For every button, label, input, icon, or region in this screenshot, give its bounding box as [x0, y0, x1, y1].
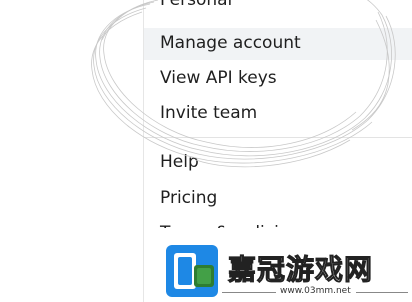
- menu-item-invite-team[interactable]: Invite team: [160, 102, 257, 124]
- menu-divider: [144, 137, 412, 138]
- site-logo-icon: [166, 245, 218, 297]
- watermark-overlay: 嘉冠游戏网 www.03mm.net: [160, 228, 412, 302]
- menu-item-pricing[interactable]: Pricing: [160, 187, 217, 209]
- menu-item-personal[interactable]: Personal: [160, 0, 232, 11]
- watermark-rule-right: [356, 292, 408, 293]
- watermark-title: 嘉冠游戏网: [227, 253, 374, 287]
- menu-item-manage-account[interactable]: Manage account: [160, 32, 301, 54]
- menu-item-view-api-keys[interactable]: View API keys: [160, 67, 277, 89]
- menu-item-help[interactable]: Help: [160, 151, 199, 173]
- watermark-url: www.03mm.net: [280, 286, 351, 296]
- watermark-rule-left: [222, 292, 276, 293]
